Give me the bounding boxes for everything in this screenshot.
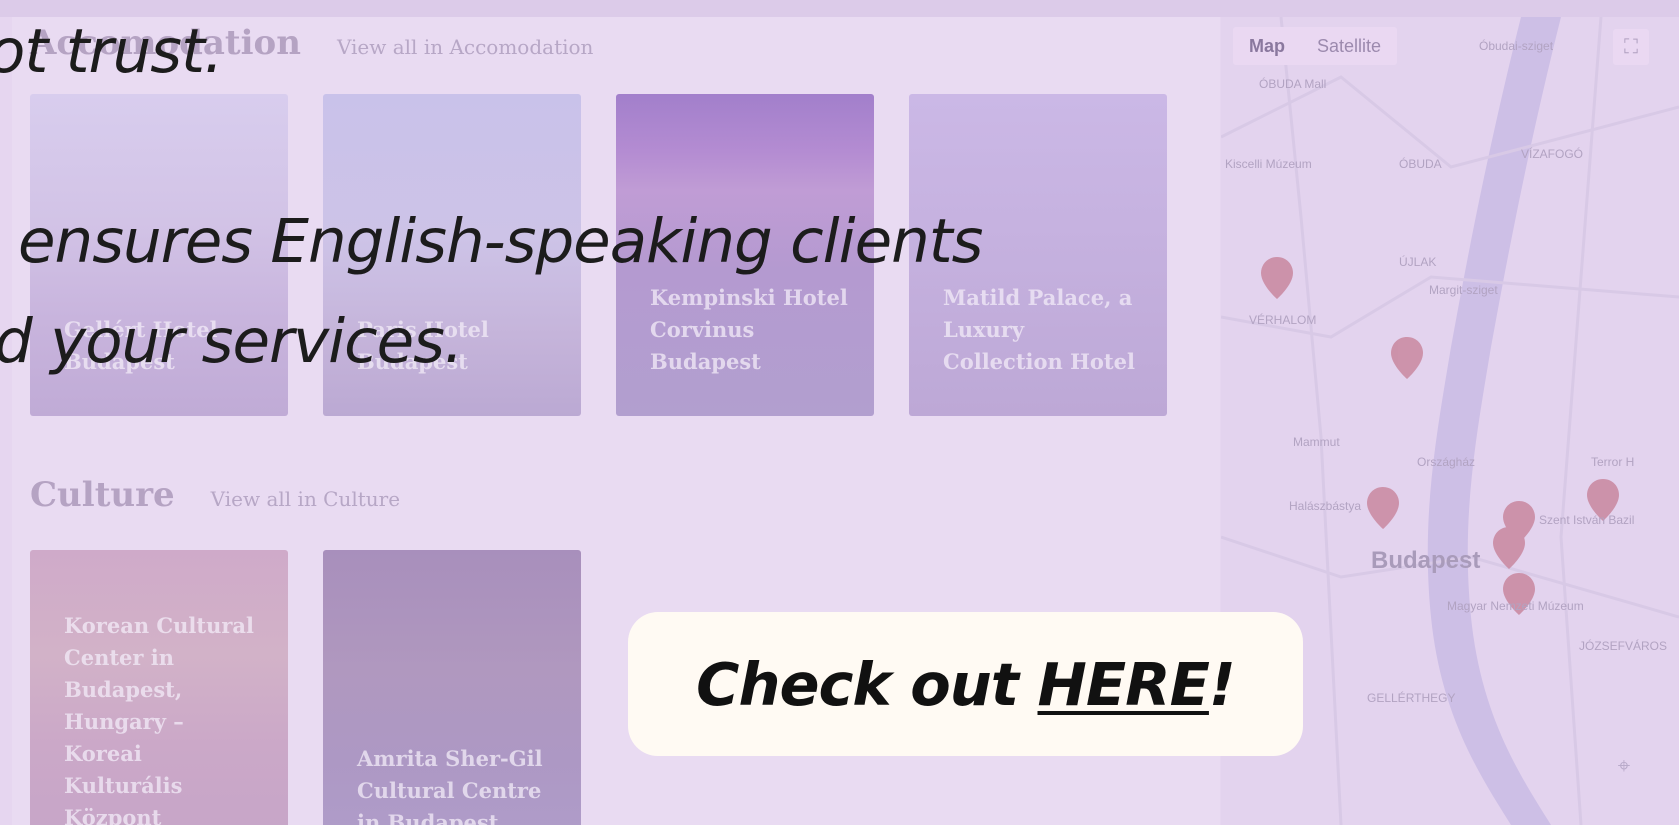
map-label: Szent István Bazil bbox=[1539, 513, 1635, 527]
cta-suffix: ! bbox=[1208, 649, 1236, 719]
listing-card[interactable]: Amrita Sher-Gil Cultural Centre in Budap… bbox=[323, 550, 581, 825]
hero-line-1: ot trust. bbox=[0, 16, 223, 87]
fullscreen-icon[interactable]: ⛶ bbox=[1613, 29, 1649, 65]
map-label: ÓBUDA bbox=[1399, 157, 1442, 171]
view-all-link[interactable]: View all in Accomodation bbox=[337, 35, 593, 59]
listing-card[interactable]: Korean Cultural Center in Budapest, Hung… bbox=[30, 550, 288, 825]
map-label: JÓZSEFVÁROS bbox=[1579, 639, 1668, 653]
cta-link[interactable]: HERE bbox=[1038, 650, 1210, 719]
map-type-map[interactable]: Map bbox=[1233, 27, 1301, 65]
map-label: Halászbástya bbox=[1289, 499, 1362, 513]
view-all-link[interactable]: View all in Culture bbox=[211, 487, 400, 511]
card-label: Amrita Sher-Gil Cultural Centre in Budap… bbox=[357, 746, 543, 825]
map-type-satellite[interactable]: Satellite bbox=[1301, 27, 1397, 65]
map-label: Országház bbox=[1417, 455, 1476, 469]
card-label: Kempinski Hotel Corvinus Budapest bbox=[650, 285, 848, 374]
map-label: Margit-sziget bbox=[1429, 283, 1498, 297]
map-label: Magyar Nemzeti Múzeum bbox=[1447, 599, 1584, 613]
map-label: ÓBUDA Mall bbox=[1259, 77, 1327, 91]
card-label: Matild Palace, a Luxury Collection Hotel bbox=[943, 285, 1135, 374]
card-label: Korean Cultural Center in Budapest, Hung… bbox=[64, 613, 254, 825]
section-title: Culture bbox=[30, 475, 175, 515]
map-type-toggle: Map Satellite bbox=[1233, 27, 1398, 65]
map-label: VÍZAFOGÓ bbox=[1521, 147, 1584, 161]
map-label: GELLÉRTHEGY bbox=[1367, 691, 1456, 705]
map-label: Mammut bbox=[1293, 435, 1340, 449]
recenter-icon[interactable]: ⌖ bbox=[1609, 751, 1639, 781]
map-city-label: Budapest bbox=[1371, 547, 1481, 574]
map-label: VÉRHALOM bbox=[1249, 313, 1317, 327]
top-bar bbox=[0, 0, 1679, 17]
cta-prefix: Check out bbox=[696, 649, 1038, 719]
map-label: ÚJLAK bbox=[1399, 255, 1437, 269]
section-header-culture: Culture View all in Culture bbox=[30, 475, 400, 515]
cta-button[interactable]: Check out HERE! bbox=[628, 612, 1303, 756]
map-label: Terror H bbox=[1591, 455, 1635, 469]
hero-line-2: ensures English-speaking clients bbox=[18, 206, 983, 277]
hero-line-3: d your services. bbox=[0, 306, 463, 377]
map-label: Óbudai-sziget bbox=[1479, 39, 1554, 53]
map-label: Kiscelli Múzeum bbox=[1225, 157, 1312, 171]
